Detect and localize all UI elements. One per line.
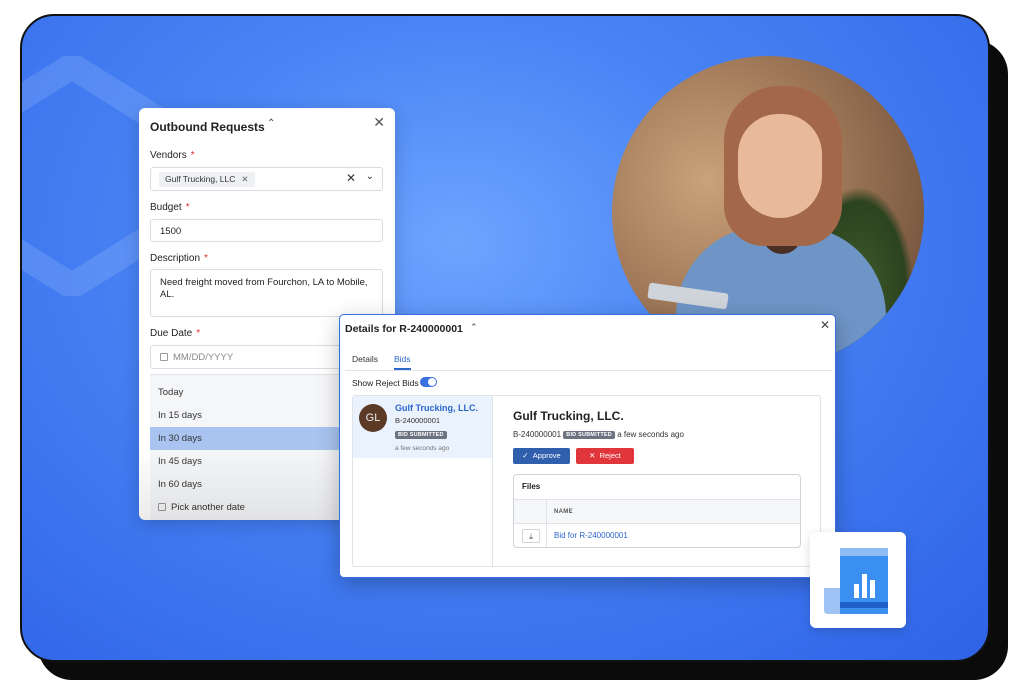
bid-list-item[interactable]: GL Gulf Trucking, LLC. B-240000001 BID S…	[353, 396, 492, 458]
option-pick-date-label: Pick another date	[171, 502, 245, 513]
vendors-select[interactable]: Gulf Trucking, LLC ✕ ✕ ⌄	[150, 167, 383, 191]
required-mark: *	[196, 328, 201, 339]
budget-value: 1500	[160, 226, 182, 237]
vendors-label: Vendors *	[150, 150, 195, 161]
reject-button[interactable]: ✕ Reject	[576, 448, 634, 464]
calendar-icon	[158, 503, 166, 511]
description-label-text: Description	[150, 253, 201, 264]
show-reject-toggle[interactable]	[420, 377, 437, 387]
files-table: Files NAME ⤓ Bid for R-240000001	[513, 474, 801, 548]
detail-id: B-240000001	[513, 430, 562, 439]
chevron-up-icon[interactable]: ⌃	[267, 118, 275, 129]
budget-label: Budget *	[150, 202, 190, 213]
files-table-header: NAME	[514, 499, 800, 524]
description-label: Description *	[150, 253, 208, 264]
files-header: Files	[522, 482, 541, 491]
tab-bids[interactable]: Bids	[394, 354, 411, 370]
detail-timestamp: a few seconds ago	[617, 430, 684, 439]
required-mark: *	[190, 150, 195, 161]
column-divider	[546, 499, 547, 547]
bids-container: GL Gulf Trucking, LLC. B-240000001 BID S…	[352, 395, 821, 567]
required-mark: *	[185, 202, 190, 213]
reject-label: Reject	[599, 451, 621, 460]
panel-title: Outbound Requests	[150, 120, 265, 134]
chevron-up-icon[interactable]: ⌃	[470, 322, 478, 333]
bid-timestamp: a few seconds ago	[395, 445, 450, 452]
vendors-label-text: Vendors	[150, 150, 187, 161]
file-link[interactable]: Bid for R-240000001	[554, 531, 628, 540]
avatar: GL	[359, 404, 387, 432]
details-panel: Details for R-240000001 ⌃ ✕ Details Bids…	[339, 314, 836, 578]
description-value: Need freight moved from Fourchon, LA to …	[160, 277, 368, 300]
vendor-chip: Gulf Trucking, LLC ✕	[159, 172, 255, 187]
tab-bar: Details Bids	[345, 351, 832, 371]
remove-chip-icon[interactable]: ✕	[241, 174, 248, 184]
download-icon[interactable]: ⤓	[522, 529, 540, 543]
x-icon: ✕	[589, 451, 596, 460]
budget-label-text: Budget	[150, 202, 182, 213]
required-mark: *	[204, 253, 208, 264]
detail-vendor-name: Gulf Trucking, LLC.	[513, 409, 624, 423]
details-title: Details for R-240000001	[345, 323, 463, 335]
description-field[interactable]: Need freight moved from Fourchon, LA to …	[150, 269, 383, 317]
status-badge: BID SUBMITTED	[395, 431, 447, 439]
report-icon	[810, 532, 906, 628]
status-badge: BID SUBMITTED	[563, 431, 615, 439]
name-column-header: NAME	[554, 509, 573, 515]
report-icon-graphic	[824, 548, 888, 614]
bid-vendor-name: Gulf Trucking, LLC.	[395, 403, 478, 413]
calendar-icon	[160, 353, 168, 361]
face-shape	[738, 114, 822, 218]
close-icon[interactable]: ✕	[373, 114, 385, 131]
tab-details[interactable]: Details	[352, 354, 378, 364]
bid-status-badge: BID SUBMITTED	[395, 424, 447, 442]
vendor-chip-label: Gulf Trucking, LLC	[165, 174, 236, 184]
approve-button[interactable]: ✓ Approve	[513, 448, 570, 464]
due-date-placeholder: MM/DD/YYYY	[173, 352, 234, 363]
due-date-label: Due Date *	[150, 328, 200, 339]
detail-id-row: B-240000001 BID SUBMITTED a few seconds …	[513, 430, 684, 439]
stage: Outbound Requests ⌃ ✕ Vendors * Gulf Truc…	[0, 0, 1024, 696]
chevron-down-icon[interactable]: ⌄	[366, 171, 374, 182]
close-icon[interactable]: ✕	[820, 318, 830, 332]
budget-field[interactable]: 1500	[150, 219, 383, 242]
clear-icon[interactable]: ✕	[346, 171, 356, 185]
approve-label: Approve	[532, 451, 561, 460]
due-date-label-text: Due Date	[150, 328, 193, 339]
show-reject-label: Show Reject Bids	[352, 378, 419, 388]
bid-list: GL Gulf Trucking, LLC. B-240000001 BID S…	[353, 396, 493, 566]
check-icon: ✓	[522, 451, 529, 460]
